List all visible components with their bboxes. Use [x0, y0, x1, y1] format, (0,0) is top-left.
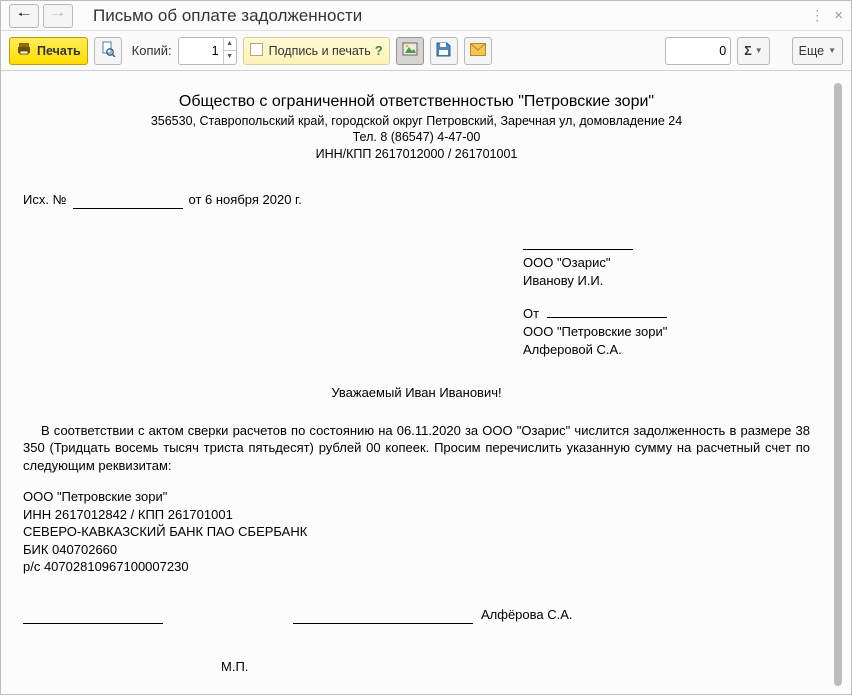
nav-buttons: 🠐 🠒 [9, 4, 73, 28]
insert-image-button[interactable] [396, 37, 424, 65]
window-title: Письмо об оплате задолженности [93, 6, 810, 26]
signature-line-2 [293, 609, 473, 624]
print-button[interactable]: Печать [9, 37, 88, 65]
to-person: Иванову И.И. [523, 272, 810, 290]
more-button[interactable]: Еще ▼ [792, 37, 843, 65]
seal-mark: М.П. [221, 658, 810, 676]
app-window: 🠐 🠒 Письмо об оплате задолженности ⋮ × П… [0, 0, 852, 695]
signer-name: Алфёрова С.А. [481, 606, 573, 624]
org-address: 356530, Ставропольский край, городской о… [23, 113, 810, 130]
sigma-icon: Σ [744, 44, 752, 58]
window-actions: ⋮ × [810, 7, 843, 24]
signature-line-1 [23, 609, 163, 624]
from-person: Алферовой С.А. [523, 341, 810, 359]
more-button-label: Еще [799, 44, 824, 58]
signature-row: Алфёрова С.А. [23, 606, 810, 624]
chevron-down-icon: ▼ [755, 46, 763, 55]
copies-spinbox[interactable]: ▲ ▼ [178, 37, 237, 65]
title-bar: 🠐 🠒 Письмо об оплате задолженности ⋮ × [1, 1, 851, 31]
body-text: В соответствии с актом сверки расчетов п… [23, 422, 810, 475]
nav-forward-button[interactable]: 🠒 [43, 4, 73, 28]
vertical-scrollbar[interactable] [832, 81, 843, 688]
org-phone: Тел. 8 (86547) 4-47-00 [23, 129, 810, 146]
req-org: ООО "Петровские зори" [23, 488, 810, 506]
outgoing-prefix: Исх. № [23, 191, 67, 209]
magnifier-page-icon [100, 41, 116, 60]
picture-icon [402, 41, 418, 60]
to-org: ООО "Озарис" [523, 254, 810, 272]
document: Общество с ограниченной ответственностью… [13, 81, 832, 688]
spin-down-icon[interactable]: ▼ [224, 51, 236, 64]
req-bank: СЕВЕРО-КАВКАЗСКИЙ БАНК ПАО СБЕРБАНК [23, 523, 810, 541]
from-underline [547, 303, 667, 318]
req-acc: р/с 40702810967100007230 [23, 558, 810, 576]
outgoing-line: Исх. № от 6 ноября 2020 г. [23, 191, 810, 209]
close-icon[interactable]: × [834, 7, 843, 24]
nav-back-button[interactable]: 🠐 [9, 4, 39, 28]
save-button[interactable] [430, 37, 458, 65]
requisites: ООО "Петровские зори" ИНН 2617012842 / К… [23, 488, 810, 576]
toolbar: Печать Копий: ▲ ▼ Подпись и печать ? [1, 31, 851, 71]
org-title: Общество с ограниченной ответственностью… [23, 91, 810, 113]
sum-button[interactable]: Σ ▼ [737, 37, 769, 65]
printer-icon [16, 41, 32, 60]
recipient-block: ООО "Озарис" Иванову И.И. От ООО "Петров… [523, 235, 810, 358]
req-inn: ИНН 2617012842 / КПП 261701001 [23, 506, 810, 524]
to-underline [523, 235, 633, 250]
arrow-left-icon: 🠐 [18, 4, 30, 28]
copies-input[interactable] [179, 38, 223, 64]
scroll-thumb[interactable] [834, 83, 842, 686]
floppy-disk-icon [436, 42, 451, 60]
spacer [523, 289, 810, 303]
sign-and-print-label: Подпись и печать [269, 44, 371, 58]
spin-up-icon[interactable]: ▲ [224, 38, 236, 52]
outgoing-date: от 6 ноября 2020 г. [189, 191, 302, 209]
arrow-right-icon: 🠒 [52, 4, 64, 28]
checkbox-icon [250, 43, 263, 59]
send-email-button[interactable] [464, 37, 492, 65]
from-line: От [523, 303, 810, 323]
outgoing-number-line [73, 194, 183, 209]
sign-and-print-button[interactable]: Подпись и печать ? [243, 37, 390, 65]
print-button-label: Печать [37, 44, 81, 58]
options-icon[interactable]: ⋮ [810, 7, 824, 24]
org-innkpp: ИНН/КПП 2617012000 / 261701001 [23, 146, 810, 163]
chevron-down-icon: ▼ [828, 46, 836, 55]
number-input[interactable] [665, 37, 731, 65]
copies-label: Копий: [132, 43, 172, 58]
document-area: Общество с ограниченной ответственностью… [1, 71, 851, 694]
spin-arrows: ▲ ▼ [223, 38, 236, 64]
from-label: От [523, 306, 539, 321]
envelope-icon [470, 43, 486, 59]
from-org: ООО "Петровские зори" [523, 323, 810, 341]
greeting: Уважаемый Иван Иванович! [23, 384, 810, 402]
help-icon: ? [375, 43, 383, 58]
preview-button[interactable] [94, 37, 122, 65]
req-bik: БИК 040702660 [23, 541, 810, 559]
